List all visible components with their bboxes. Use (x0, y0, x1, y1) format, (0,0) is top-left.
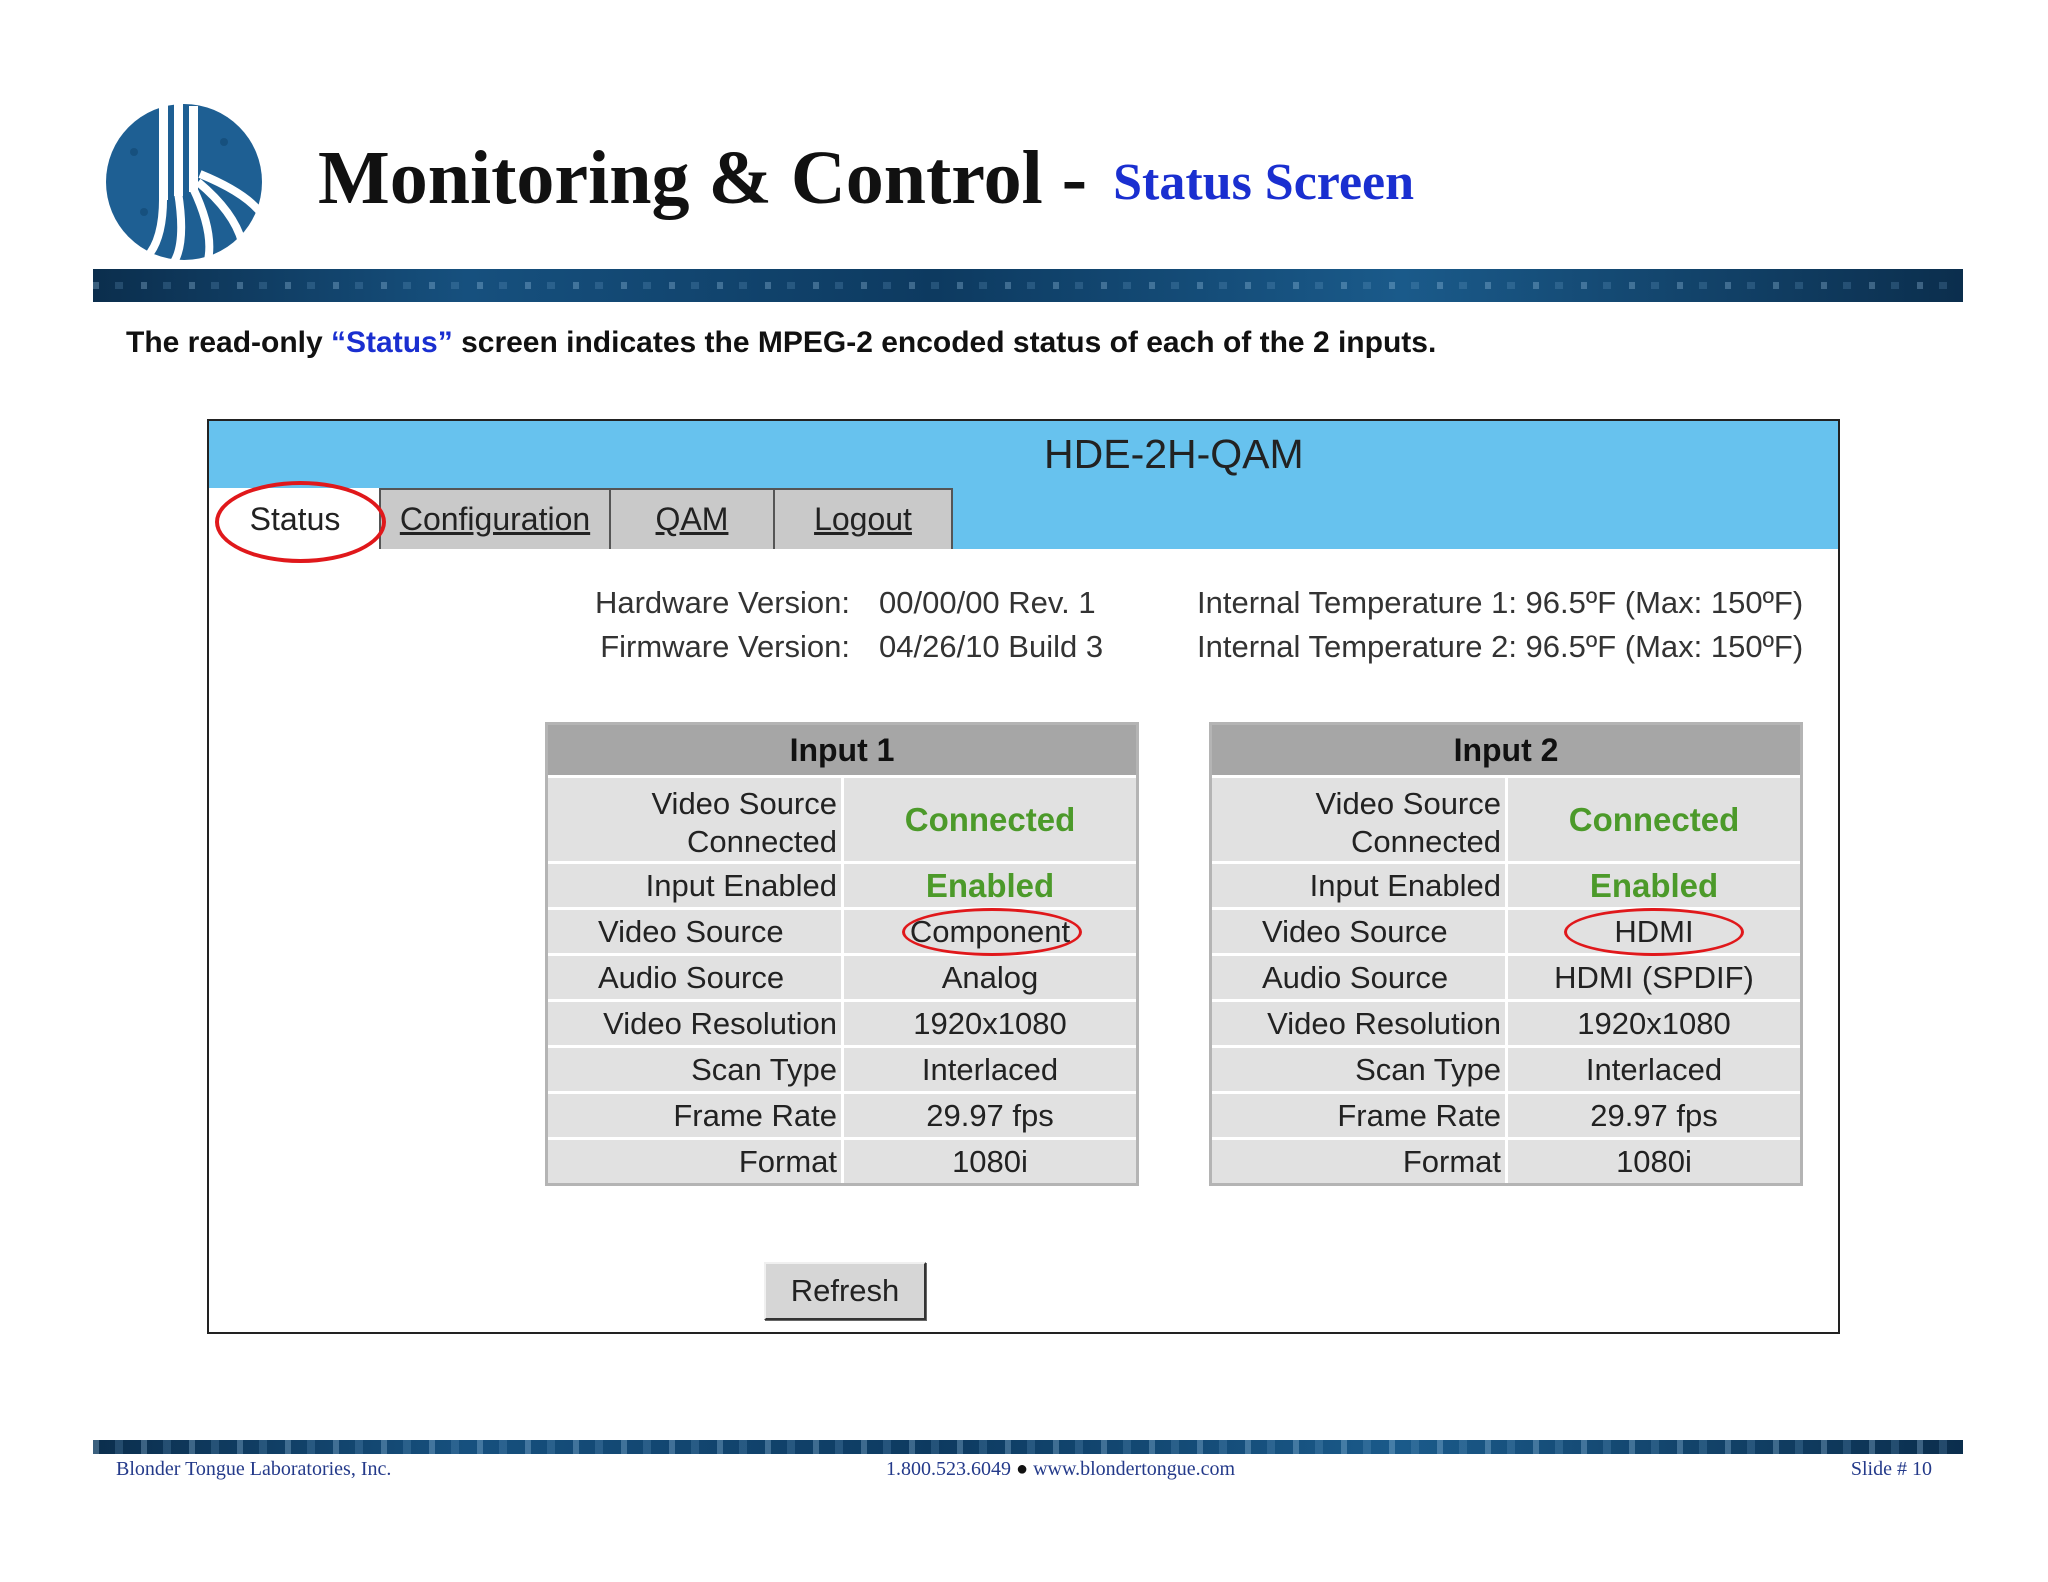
table-row: Video Resolution 1920x1080 (1212, 999, 1800, 1045)
row-label: Audio Source (1212, 956, 1508, 999)
row-value: HDMI (SPDIF) (1508, 956, 1800, 999)
firmware-version-value: 04/26/10 Build 3 (879, 629, 1104, 664)
row-label: Video Source Connected (1212, 778, 1508, 861)
row-label: Video Source Connected (548, 778, 844, 861)
row-value: 1080i (1508, 1140, 1800, 1183)
row-label: Audio Source (548, 956, 844, 999)
table-row: Video Source Connected Connected (1212, 775, 1800, 861)
row-label: Format (548, 1140, 844, 1183)
row-label: Video Source (548, 910, 844, 953)
table-row: Video Source Component (548, 907, 1136, 956)
input-1-title: Input 1 (548, 725, 1136, 775)
hdmi-highlight-oval (1564, 908, 1744, 956)
table-row: Scan Type Interlaced (1212, 1045, 1800, 1091)
company-logo-icon (106, 104, 264, 262)
footer-contact: 1.800.523.6049 ● www.blondertongue.com (886, 1458, 1235, 1481)
decorative-band-bottom (93, 1440, 1963, 1454)
table-row: Frame Rate 29.97 fps (548, 1091, 1136, 1137)
row-label: Frame Rate (1212, 1094, 1508, 1137)
table-row: Format 1080i (1212, 1137, 1800, 1183)
firmware-version-label: Firmware Version: (600, 629, 850, 664)
row-label: Format (1212, 1140, 1508, 1183)
tab-configuration[interactable]: Configuration (379, 488, 611, 549)
input-1-table: Input 1 Video Source Connected Connected … (545, 722, 1139, 1186)
footer-slide-number: Slide # 10 (1850, 1458, 1932, 1480)
row-label: Video Source (1212, 910, 1508, 953)
footer-phone: 1.800.523.6049 (886, 1458, 1011, 1480)
table-row: Audio Source Analog (548, 953, 1136, 999)
component-highlight-oval (902, 908, 1082, 956)
table-row: Input Enabled Enabled (1212, 861, 1800, 907)
table-row: Input Enabled Enabled (548, 861, 1136, 907)
row-label: Frame Rate (548, 1094, 844, 1137)
table-row: Format 1080i (548, 1137, 1136, 1183)
intro-text: The read-only “Status” screen indicates … (126, 326, 1437, 359)
row-value: Analog (844, 956, 1136, 999)
status-tab-highlight-oval (215, 481, 386, 563)
hardware-version-value: 00/00/00 Rev. 1 (879, 585, 1096, 620)
row-value: 29.97 fps (1508, 1094, 1800, 1137)
row-value: Connected (844, 778, 1136, 861)
row-label: Video Resolution (1212, 1002, 1508, 1045)
footer-website[interactable]: www.blondertongue.com (1033, 1458, 1235, 1480)
row-value: Interlaced (844, 1048, 1136, 1091)
table-row: Video Source HDMI (1212, 907, 1800, 956)
bullet-icon: ● (1016, 1458, 1029, 1480)
row-label: Scan Type (548, 1048, 844, 1091)
row-value: Connected (1508, 778, 1800, 861)
tab-qam[interactable]: QAM (609, 488, 775, 549)
row-label: Input Enabled (1212, 864, 1508, 907)
row-label: Video Resolution (548, 1002, 844, 1045)
hardware-version-label: Hardware Version: (594, 585, 850, 620)
tab-logout[interactable]: Logout (773, 488, 953, 549)
table-row: Video Source Connected Connected (548, 775, 1136, 861)
decorative-band-top (93, 269, 1963, 302)
device-name: HDE-2H-QAM (1044, 431, 1304, 477)
row-value: Interlaced (1508, 1048, 1800, 1091)
footer-company: Blonder Tongue Laboratories, Inc. (116, 1458, 392, 1480)
table-row: Scan Type Interlaced (548, 1045, 1136, 1091)
table-row: Frame Rate 29.97 fps (1212, 1091, 1800, 1137)
internal-temperature-2: Internal Temperature 2: 96.5ºF (Max: 150… (1197, 629, 1804, 664)
slide-title: Monitoring & Control - Status Screen (318, 136, 1415, 220)
internal-temperature-1: Internal Temperature 1: 96.5ºF (Max: 150… (1197, 585, 1804, 620)
row-label: Input Enabled (548, 864, 844, 907)
row-value-cell: Component (844, 908, 1136, 956)
row-value: 1920x1080 (844, 1002, 1136, 1045)
row-value: Enabled (844, 864, 1136, 907)
row-value: 1920x1080 (1508, 1002, 1800, 1045)
row-value-cell: HDMI (1508, 908, 1800, 956)
status-screen-screenshot: HDE-2H-QAM Status Configuration QAM Logo… (207, 419, 1840, 1334)
device-header: HDE-2H-QAM Status Configuration QAM Logo… (209, 421, 1838, 549)
row-value: Enabled (1508, 864, 1800, 907)
row-label: Scan Type (1212, 1048, 1508, 1091)
slide-subtitle: Status Screen (1113, 154, 1415, 211)
row-value: 29.97 fps (844, 1094, 1136, 1137)
row-value: 1080i (844, 1140, 1136, 1183)
table-row: Audio Source HDMI (SPDIF) (1212, 953, 1800, 999)
refresh-button[interactable]: Refresh (764, 1262, 926, 1320)
input-2-title: Input 2 (1212, 725, 1800, 775)
input-2-table: Input 2 Video Source Connected Connected … (1209, 722, 1803, 1186)
table-row: Video Resolution 1920x1080 (548, 999, 1136, 1045)
